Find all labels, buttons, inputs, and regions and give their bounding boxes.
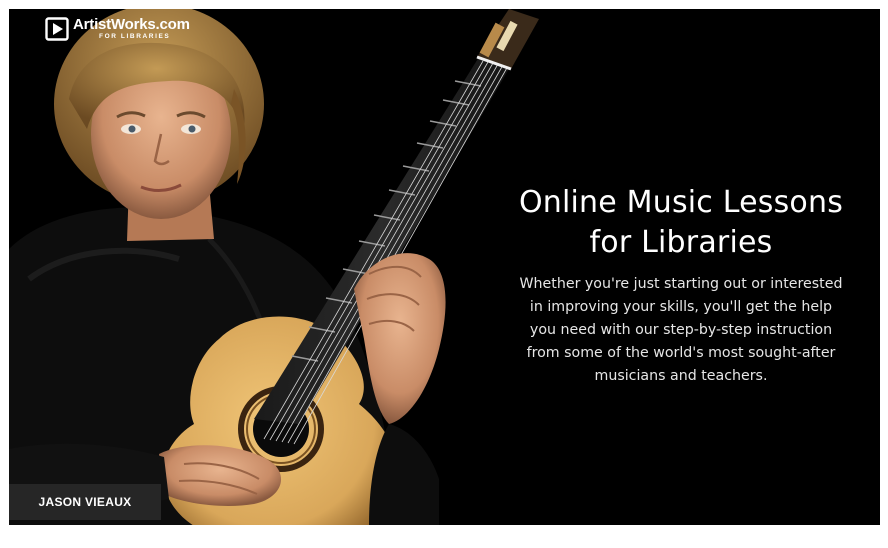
headline-line-1: Online Music Lessons [518,185,844,220]
headline-line-2: for Libraries [589,225,773,260]
hero-banner: ArtistWorks.com FOR LIBRARIES JASON VIEA… [9,9,880,525]
artist-name: JASON VIEAUX [38,495,132,509]
hero-copy: Online Music Lessons for Libraries Wheth… [487,183,875,388]
body-line-4: from some of the world's most sought-aft… [526,345,836,361]
brand-logo[interactable]: ArtistWorks.com FOR LIBRARIES [45,15,190,43]
body-line-3: you need with our step-by-step instructi… [529,322,833,338]
hero-headline: Online Music Lessons for Libraries [487,183,875,263]
brand-name: ArtistWorks.com [73,16,190,34]
body-line-5: musicians and teachers. [594,368,768,384]
body-line-2: in improving your skills, you'll get the… [529,299,833,315]
artist-caption: JASON VIEAUX [9,484,161,520]
artist-photo [9,9,539,525]
hero-description: Whether you're just starting out or inte… [487,273,875,388]
body-line-1: Whether you're just starting out or inte… [519,276,843,292]
play-screen-icon [45,17,69,41]
brand-subtitle: FOR LIBRARIES [99,33,171,41]
